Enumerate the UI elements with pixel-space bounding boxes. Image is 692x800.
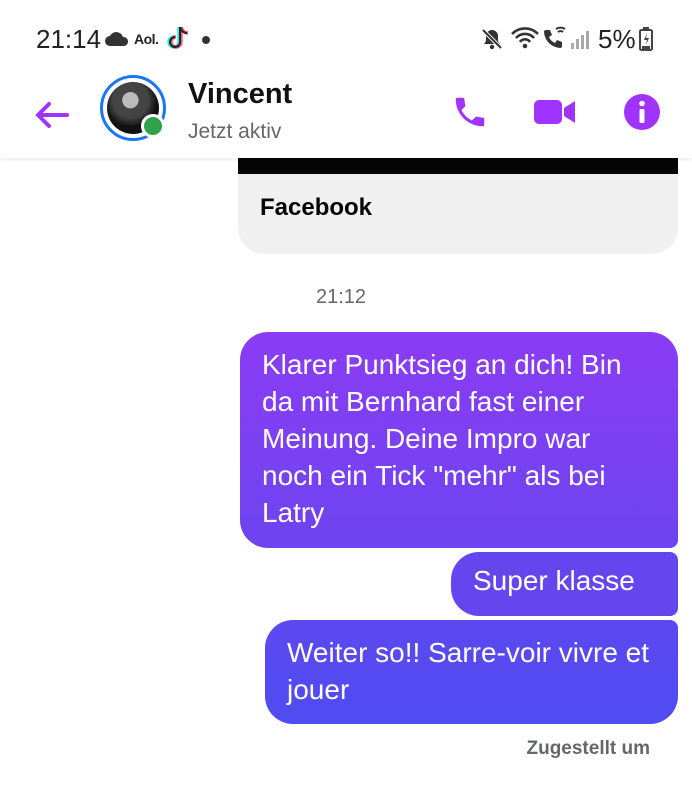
aol-label: Aol. (134, 31, 159, 47)
phone-icon (455, 97, 485, 127)
message-thread[interactable]: Facebook 21:12 Klarer Punktsieg an dich!… (0, 150, 692, 800)
delivery-status: Zugestellt um (526, 738, 650, 759)
contact-avatar[interactable] (100, 75, 166, 141)
arrow-left-icon (36, 102, 69, 128)
message-bubble[interactable]: Klarer Punktsieg an dich! Bin da mit Ber… (240, 332, 678, 548)
audio-call-button[interactable] (448, 90, 492, 134)
message-bubble[interactable]: Weiter so!! Sarre-voir vivre et jouer (265, 620, 678, 724)
video-call-button[interactable] (533, 90, 577, 134)
chat-header: Vincent Jetzt aktiv (0, 75, 692, 158)
status-time: 21:14 (36, 24, 102, 54)
info-button[interactable] (620, 90, 664, 134)
message-timestamp: 21:12 (316, 286, 367, 308)
info-icon (624, 94, 660, 130)
notification-dot-icon (202, 36, 210, 44)
back-button[interactable] (28, 92, 74, 138)
cloud-icon (104, 30, 130, 53)
signal-icon (570, 28, 592, 55)
contact-name[interactable]: Vincent (188, 78, 292, 111)
battery-percentage: 5% (598, 24, 636, 54)
mute-icon (480, 27, 504, 56)
online-indicator (141, 114, 165, 138)
shared-link-card[interactable]: Facebook (238, 150, 678, 254)
battery-charging-icon (639, 27, 653, 56)
wifi-icon (510, 26, 540, 55)
message-bubble[interactable]: Super klasse (451, 552, 678, 616)
wifi-calling-icon (542, 26, 568, 55)
status-bar: 21:14 Aol. 5% (0, 0, 692, 78)
shared-link-title: Facebook (260, 194, 373, 221)
tiktok-icon (166, 24, 192, 57)
contact-status: Jetzt aktiv (188, 120, 282, 143)
video-camera-icon (534, 100, 575, 124)
